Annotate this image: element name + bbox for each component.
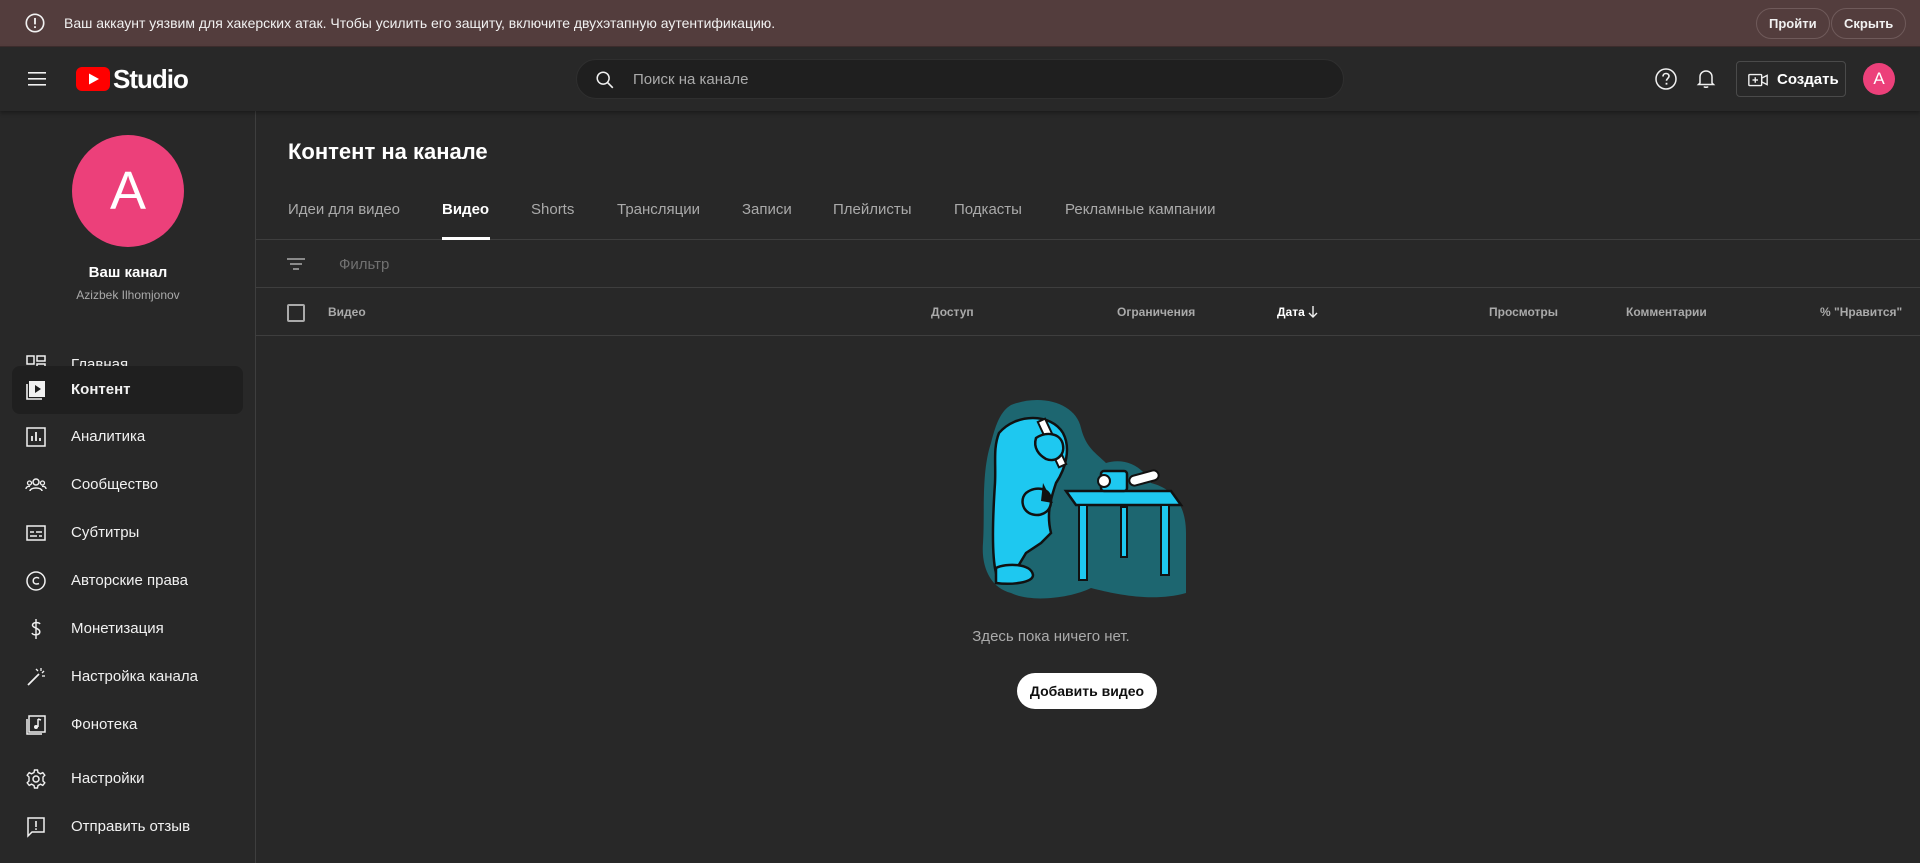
- sidebar-item-customization[interactable]: Настройка канала: [12, 653, 243, 701]
- create-button[interactable]: Создать: [1736, 61, 1846, 97]
- column-video: Видео: [328, 305, 366, 319]
- account-avatar[interactable]: A: [1863, 63, 1895, 95]
- sidebar-item-label: Отправить отзыв: [71, 818, 191, 835]
- analytics-icon: [26, 427, 46, 447]
- add-video-button[interactable]: Добавить видео: [1017, 673, 1157, 709]
- sidebar-item-copyright[interactable]: Авторские права: [12, 557, 243, 605]
- community-icon: [25, 478, 47, 492]
- security-banner: Ваш аккаунт уязвим для хакерских атак. Ч…: [0, 0, 1920, 47]
- search-box[interactable]: Поиск на канале: [576, 59, 1344, 99]
- tab-recordings[interactable]: Записи: [742, 201, 792, 218]
- settings-icon: [26, 769, 46, 789]
- logo-text: Studio: [113, 63, 189, 94]
- banner-go-button[interactable]: Пройти: [1756, 8, 1830, 39]
- sidebar-item-label: Настройки: [71, 770, 145, 787]
- audio-library-icon: [26, 715, 46, 735]
- column-date[interactable]: Дата: [1277, 305, 1305, 319]
- sidebar-item-content[interactable]: Контент: [12, 366, 243, 414]
- tab-ideas[interactable]: Идеи для видео: [288, 201, 400, 218]
- search-input[interactable]: Поиск на канале: [633, 71, 748, 88]
- notifications-bell-icon[interactable]: [1694, 66, 1718, 90]
- empty-state-illustration: [982, 399, 1186, 599]
- tab-shorts[interactable]: Shorts: [531, 201, 574, 218]
- channel-name: Ваш канал: [88, 264, 168, 281]
- sidebar-item-label: Настройка канала: [71, 668, 198, 685]
- main-content: Контент на канале Идеи для видео Видео S…: [256, 111, 1920, 863]
- top-bar: Studio Поиск на канале Создать A: [0, 47, 1920, 111]
- warning-circle-icon: [25, 13, 45, 33]
- tab-live[interactable]: Трансляции: [617, 201, 700, 218]
- sidebar-item-community[interactable]: Сообщество: [12, 461, 243, 509]
- tab-podcasts[interactable]: Подкасты: [954, 201, 1022, 218]
- sidebar-item-subtitles[interactable]: Субтитры: [12, 509, 243, 557]
- column-visibility: Доступ: [931, 305, 974, 319]
- content-icon: [26, 381, 45, 400]
- sidebar-item-settings[interactable]: Настройки: [12, 755, 243, 803]
- empty-state-text: Здесь пока ничего нет.: [972, 628, 1130, 645]
- page-title: Контент на канале: [288, 139, 488, 164]
- channel-avatar[interactable]: A: [72, 135, 184, 247]
- column-likes-percent: % "Нравится": [1820, 305, 1903, 319]
- column-comments: Комментарии: [1626, 305, 1707, 319]
- copyright-icon: [26, 571, 46, 591]
- channel-handle: Azizbek Ilhomjonov: [76, 288, 180, 302]
- sidebar-item-label: Аналитика: [71, 428, 146, 445]
- sidebar-item-label: Контент: [71, 381, 131, 398]
- banner-hide-button[interactable]: Скрыть: [1831, 8, 1907, 39]
- feedback-icon: [27, 817, 45, 838]
- sidebar-item-label: Монетизация: [71, 620, 164, 637]
- sort-arrow-down-icon[interactable]: [1306, 305, 1320, 319]
- banner-text: Ваш аккаунт уязвим для хакерских атак. Ч…: [64, 15, 776, 31]
- column-restrictions: Ограничения: [1117, 305, 1196, 319]
- select-all-checkbox[interactable]: [287, 304, 305, 322]
- sidebar-item-label: Фонотека: [71, 716, 138, 733]
- sidebar-item-analytics[interactable]: Аналитика: [12, 413, 243, 461]
- content-tabs: Идеи для видео Видео Shorts Трансляции З…: [256, 183, 1920, 240]
- empty-state-message: Здесь пока ничего нет.: [256, 628, 1920, 645]
- filter-icon[interactable]: [286, 254, 306, 274]
- sidebar-item-audio-library[interactable]: Фонотека: [12, 701, 243, 749]
- tab-videos[interactable]: Видео: [442, 201, 489, 218]
- help-icon[interactable]: [1654, 67, 1678, 91]
- search-icon: [596, 71, 614, 89]
- customization-icon: [27, 668, 45, 686]
- youtube-logo-icon: [76, 67, 110, 91]
- column-views: Просмотры: [1489, 305, 1559, 319]
- tab-ad-campaigns[interactable]: Рекламные кампании: [1065, 201, 1215, 218]
- create-video-icon: [1748, 73, 1768, 87]
- tab-playlists[interactable]: Плейлисты: [833, 201, 912, 218]
- sidebar-item-feedback[interactable]: Отправить отзыв: [12, 803, 243, 851]
- sidebar-item-label: Авторские права: [71, 572, 188, 589]
- sidebar-item-label: Сообщество: [71, 476, 159, 493]
- hamburger-menu-icon[interactable]: [24, 67, 52, 91]
- subtitles-icon: [26, 525, 46, 541]
- sidebar-item-label: Субтитры: [71, 524, 140, 541]
- sidebar-item-monetization[interactable]: Монетизация: [12, 605, 243, 653]
- create-button-label: Создать: [1777, 71, 1839, 88]
- table-header: Видео Доступ Ограничения Дата Просмотры …: [256, 288, 1920, 336]
- studio-logo[interactable]: Studio: [76, 63, 189, 94]
- filter-input[interactable]: Фильтр: [339, 256, 389, 273]
- monetization-icon: [31, 619, 41, 639]
- filter-bar[interactable]: Фильтр: [256, 240, 1920, 288]
- sidebar: A Ваш канал Azizbek Ilhomjonov Главная К…: [0, 111, 256, 863]
